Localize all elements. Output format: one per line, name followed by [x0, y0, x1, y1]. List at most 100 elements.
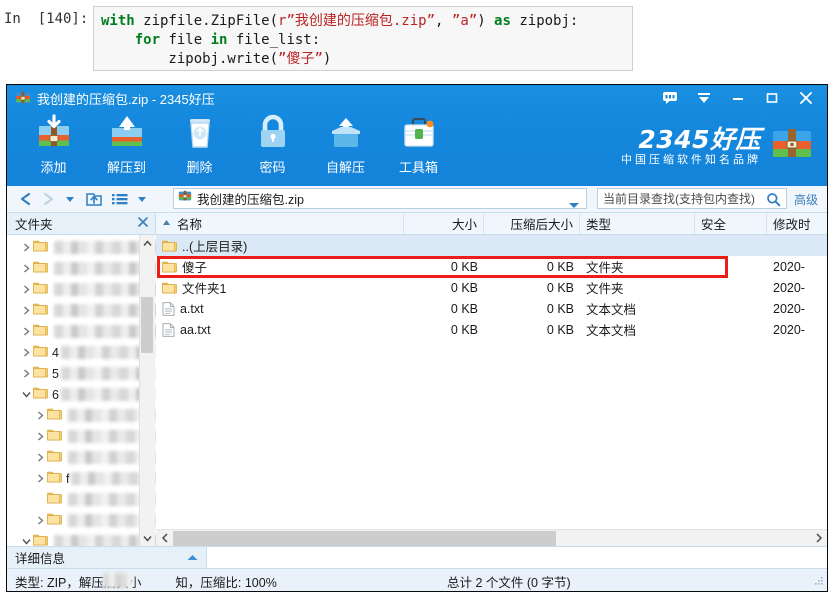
toolbar-toolbox[interactable]: 工具箱 [382, 113, 455, 176]
resize-grip-icon[interactable] [812, 574, 824, 592]
folder-tree-title: 文件夹 [15, 214, 53, 233]
address-chevron-down-icon[interactable] [568, 196, 580, 214]
folder-tree-scrollbar[interactable] [139, 235, 155, 546]
close-icon[interactable] [137, 215, 149, 233]
folder-icon [162, 239, 177, 252]
chevron-right-icon[interactable] [810, 530, 827, 547]
details-toggle[interactable]: 详细信息 [7, 546, 207, 568]
status-file-count: 总计 2 个文件 (0 字节) [447, 572, 571, 591]
cell-safe [695, 277, 767, 298]
delete-trash-icon [181, 113, 219, 153]
folder-icon [47, 407, 62, 425]
file-list-rows: ..(上层目录)傻子0 KB0 KB文件夹2020-文件夹10 KB0 KB文件… [156, 235, 827, 340]
cell-csize: 0 KB [484, 277, 580, 298]
caption-buttons [653, 87, 823, 109]
view-chevron-down-icon[interactable] [131, 187, 153, 211]
status-left-suffix: 知，压缩比: 100% [175, 576, 276, 590]
status-bar: 类型: ZIP，解压后大小知，压缩比: 100% 总计 2 个文件 (0 字节) [7, 568, 827, 592]
scrollbar-thumb[interactable] [141, 297, 153, 353]
file-list-hscrollbar[interactable] [156, 529, 827, 546]
tree-expander-collapsed-icon[interactable] [19, 348, 33, 357]
brand-logo: 2345好压 中国压缩软件知名品牌 [621, 121, 815, 172]
toolbar-delete[interactable]: 删除 [163, 113, 236, 176]
column-header-type[interactable]: 类型 [580, 213, 695, 234]
toolbar-extract-to[interactable]: 解压到 [90, 113, 163, 176]
tree-expander-collapsed-icon[interactable] [19, 264, 33, 273]
minimize-button[interactable] [721, 87, 755, 109]
menu-chevron-down-icon[interactable] [687, 87, 721, 109]
cell-size: 0 KB [404, 256, 484, 277]
cell-date: 2020- [767, 256, 827, 277]
up-folder-icon[interactable] [83, 187, 105, 211]
table-row[interactable]: 文件夹10 KB0 KB文件夹2020- [156, 277, 827, 298]
column-header-label: 类型 [586, 214, 611, 233]
history-chevron-down-icon[interactable] [59, 187, 81, 211]
address-bar[interactable]: 我创建的压缩包.zip [173, 188, 587, 209]
tree-expander-expanded-icon[interactable] [19, 390, 33, 399]
tree-expander-collapsed-icon[interactable] [19, 369, 33, 378]
close-button[interactable] [789, 87, 823, 109]
notebook-code-editor[interactable]: with zipfile.ZipFile(r”我创建的压缩包.zip”, ”a”… [93, 6, 633, 71]
cell-csize: 0 KB [484, 256, 580, 277]
hscroll-thumb[interactable] [173, 531, 556, 546]
cell-safe [695, 256, 767, 277]
tree-expander-collapsed-icon[interactable] [19, 243, 33, 252]
toolbar-password[interactable]: 密码 [236, 113, 309, 176]
cell-type [580, 235, 695, 256]
tree-expander-collapsed-icon[interactable] [33, 432, 47, 441]
cell-csize [484, 235, 580, 256]
cell-safe [695, 298, 767, 319]
arrow-right-icon [37, 187, 59, 211]
toolbar-add[interactable]: 添加 [17, 113, 90, 176]
cell-size [404, 235, 484, 256]
arrow-left-icon[interactable] [15, 187, 37, 211]
advanced-search-link[interactable]: 高级 [794, 191, 818, 208]
sort-ascending-icon [162, 217, 171, 231]
zip-archive-logo-icon [769, 121, 815, 172]
text-file-icon [162, 302, 175, 316]
toolbar-self-extract[interactable]: 自解压 [309, 113, 382, 176]
tree-expander-collapsed-icon[interactable] [33, 474, 47, 483]
column-header-date[interactable]: 修改时 [767, 213, 827, 234]
table-row[interactable]: aa.txt0 KB0 KB文本文档2020- [156, 319, 827, 340]
titlebar[interactable]: 我创建的压缩包.zip - 2345好压 [7, 85, 827, 112]
cell-date: 2020- [767, 298, 827, 319]
folder-icon [33, 323, 48, 341]
table-row[interactable]: a.txt0 KB0 KB文本文档2020- [156, 298, 827, 319]
notebook-code-cell: In [140]: with zipfile.ZipFile(r”我创建的压缩包… [0, 0, 834, 82]
tree-expander-collapsed-icon[interactable] [33, 516, 47, 525]
feedback-icon[interactable] [653, 87, 687, 109]
tree-expander-collapsed-icon[interactable] [33, 411, 47, 420]
chevron-left-icon[interactable] [156, 530, 173, 547]
chevron-up-icon[interactable] [186, 549, 199, 567]
tree-expander-collapsed-icon[interactable] [19, 285, 33, 294]
search-input[interactable]: 当前目录查找(支持包内查找) [597, 188, 787, 209]
tree-expander-expanded-icon[interactable] [19, 537, 33, 546]
self-extract-box-icon [327, 113, 365, 153]
scroll-down-icon[interactable] [140, 530, 155, 546]
cell-safe [695, 319, 767, 340]
toolbar-add-label: 添加 [40, 157, 66, 176]
file-name-label: ..(上层目录) [182, 236, 247, 255]
search-icon[interactable] [766, 192, 781, 212]
toolbar-delete-label: 删除 [186, 157, 212, 176]
folder-icon [47, 491, 62, 509]
table-row[interactable]: ..(上层目录) [156, 235, 827, 256]
list-view-icon[interactable] [109, 187, 131, 211]
hscroll-track[interactable] [173, 530, 810, 547]
column-header-size[interactable]: 大小 [404, 213, 484, 234]
cell-type: 文本文档 [580, 298, 695, 319]
table-row[interactable]: 傻子0 KB0 KB文件夹2020- [156, 256, 827, 277]
column-header-name[interactable]: 名称 [156, 213, 404, 234]
tree-expander-collapsed-icon[interactable] [19, 327, 33, 336]
window-header-band: 我创建的压缩包.zip - 2345好压 [7, 85, 827, 186]
tree-expander-collapsed-icon[interactable] [33, 453, 47, 462]
folder-icon [47, 449, 62, 467]
cell-csize: 0 KB [484, 298, 580, 319]
maximize-button[interactable] [755, 87, 789, 109]
window-body: 文件夹 456f [7, 213, 827, 546]
column-header-csize[interactable]: 压缩后大小 [484, 213, 580, 234]
column-header-safe[interactable]: 安全 [695, 213, 767, 234]
scroll-up-icon[interactable] [140, 235, 155, 251]
tree-expander-collapsed-icon[interactable] [19, 306, 33, 315]
